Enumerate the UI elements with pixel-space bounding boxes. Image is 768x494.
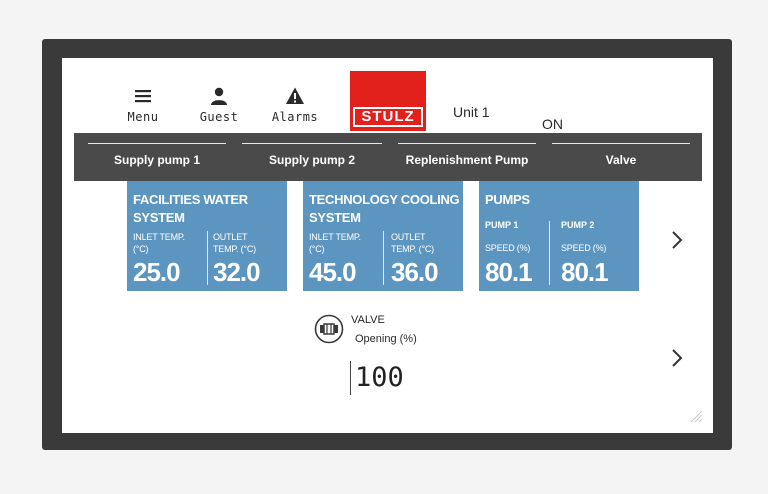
- outlet-temp-label: OUTLET TEMP. (°C): [391, 232, 434, 254]
- outlet-temp-value: 32.0: [213, 257, 261, 287]
- valve-opening-value: 100: [350, 361, 404, 395]
- pump-2-label: PUMP 2: [561, 220, 595, 230]
- tab-supply-pump-1[interactable]: Supply pump 1: [88, 143, 226, 181]
- card-title: FACILITIES WATER SYSTEM: [133, 192, 248, 225]
- card-divider: [207, 231, 208, 285]
- user-button[interactable]: Guest: [184, 86, 254, 124]
- unit-status: ON: [542, 116, 563, 132]
- next-cards-chevron-icon[interactable]: [671, 230, 683, 250]
- menu-button[interactable]: Menu: [108, 86, 178, 124]
- pump-1-label: PUMP 1: [485, 220, 519, 230]
- user-icon: [211, 87, 227, 105]
- inlet-temp-label: INLET TEMP. (°C): [309, 232, 361, 254]
- warning-triangle-icon: [286, 87, 304, 104]
- stulz-logo: STULZ: [350, 71, 426, 131]
- technology-cooling-card[interactable]: TECHNOLOGY COOLING SYSTEM INLET TEMP. (°…: [303, 181, 463, 291]
- hmi-screen: Menu Guest Alarms STULZ Unit 1 ON Supply…: [62, 58, 713, 433]
- card-title: PUMPS: [485, 192, 530, 207]
- inlet-temp-value: 45.0: [309, 257, 357, 287]
- outlet-temp-value: 36.0: [391, 257, 439, 287]
- valve-label: VALVE: [351, 314, 385, 326]
- card-divider: [549, 221, 550, 285]
- user-label: Guest: [199, 110, 239, 124]
- inlet-temp-label: INLET TEMP. (°C): [133, 232, 185, 254]
- card-title: TECHNOLOGY COOLING SYSTEM: [309, 192, 460, 225]
- valve-opening-label: Opening (%): [355, 333, 417, 345]
- tab-valve[interactable]: Valve: [552, 143, 690, 181]
- menu-label: Menu: [127, 110, 159, 124]
- tab-replenishment-pump[interactable]: Replenishment Pump: [398, 143, 536, 181]
- alarms-button[interactable]: Alarms: [260, 86, 330, 124]
- valve-icon: [314, 314, 344, 344]
- pump-1-speed-value: 80.1: [485, 257, 533, 287]
- tab-supply-pump-2[interactable]: Supply pump 2: [242, 143, 382, 181]
- next-valve-chevron-icon[interactable]: [671, 348, 683, 368]
- logo-wordmark: STULZ: [353, 107, 423, 127]
- facilities-water-card[interactable]: FACILITIES WATER SYSTEM INLET TEMP. (°C)…: [127, 181, 287, 291]
- inlet-temp-value: 25.0: [133, 257, 181, 287]
- pump-2-speed-value: 80.1: [561, 257, 609, 287]
- card-divider: [383, 231, 384, 285]
- hamburger-menu-icon: [135, 90, 151, 103]
- resize-grip-icon: [690, 410, 703, 423]
- component-tab-bar: Supply pump 1 Supply pump 2 Replenishmen…: [74, 133, 702, 181]
- pump-1-speed-label: SPEED (%): [485, 243, 531, 253]
- alarms-label: Alarms: [271, 110, 319, 124]
- outlet-temp-label: OUTLET TEMP. (°C): [213, 232, 256, 254]
- pumps-card[interactable]: PUMPS PUMP 1 PUMP 2 SPEED (%) SPEED (%) …: [479, 181, 639, 291]
- pump-2-speed-label: SPEED (%): [561, 243, 607, 253]
- unit-label: Unit 1: [453, 104, 490, 120]
